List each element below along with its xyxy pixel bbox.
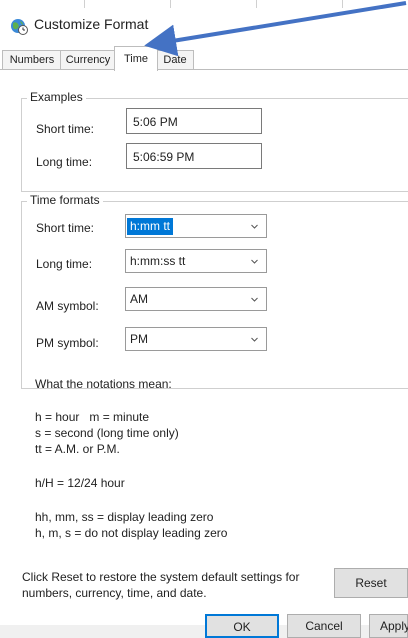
short-time-format-value: h:mm tt [127,218,174,235]
tab-currency[interactable]: Currency [60,50,116,69]
examples-group-label: Examples [27,90,86,104]
example-short-time-field: 5:06 PM [126,108,262,134]
example-long-time-field: 5:06:59 PM [126,143,262,169]
ok-button[interactable]: OK [205,614,279,638]
notation-line: s = second (long time only) [35,426,179,440]
apply-button[interactable]: Apply [369,614,408,638]
am-symbol-label: AM symbol: [36,299,99,313]
am-symbol-dropdown[interactable]: AM [125,287,267,311]
example-short-time-label: Short time: [36,122,95,136]
pm-symbol-value: PM [130,332,148,346]
window-title: Customize Format [34,16,149,32]
long-time-format-dropdown[interactable]: h:mm:ss tt [125,249,267,273]
tab-date[interactable]: Date [156,50,194,69]
tab-numbers[interactable]: Numbers [2,50,62,69]
notation-line: hh, mm, ss = display leading zero [35,510,214,524]
pm-symbol-dropdown[interactable]: PM [125,327,267,351]
notations-heading: What the notations mean: [35,377,172,391]
notation-line: tt = A.M. or P.M. [35,442,120,456]
reset-button[interactable]: Reset [334,568,408,598]
notation-line: h = hour m = minute [35,410,150,424]
notation-line: h/H = 12/24 hour [35,476,125,490]
cancel-button[interactable]: Cancel [287,614,361,638]
example-long-time-label: Long time: [36,155,93,169]
short-time-format-label: Short time: [36,221,95,235]
chevron-down-icon [251,297,258,302]
am-symbol-value: AM [130,292,148,306]
chevron-down-icon [251,337,258,342]
chevron-down-icon [251,224,258,229]
pm-symbol-label: PM symbol: [36,336,99,350]
time-formats-group-label: Time formats [27,193,103,207]
tab-time[interactable]: Time [114,46,158,71]
long-time-format-label: Long time: [36,257,93,271]
reset-description-continued: numbers, currency, time, and date. [22,586,207,600]
reset-description: Click Reset to restore the system defaul… [22,570,300,584]
notation-line: h, m, s = do not display leading zero [35,526,228,540]
short-time-format-dropdown[interactable]: h:mm tt [125,214,267,238]
chevron-down-icon [251,259,258,264]
long-time-format-value: h:mm:ss tt [130,254,186,268]
globe-clock-icon [11,19,28,35]
